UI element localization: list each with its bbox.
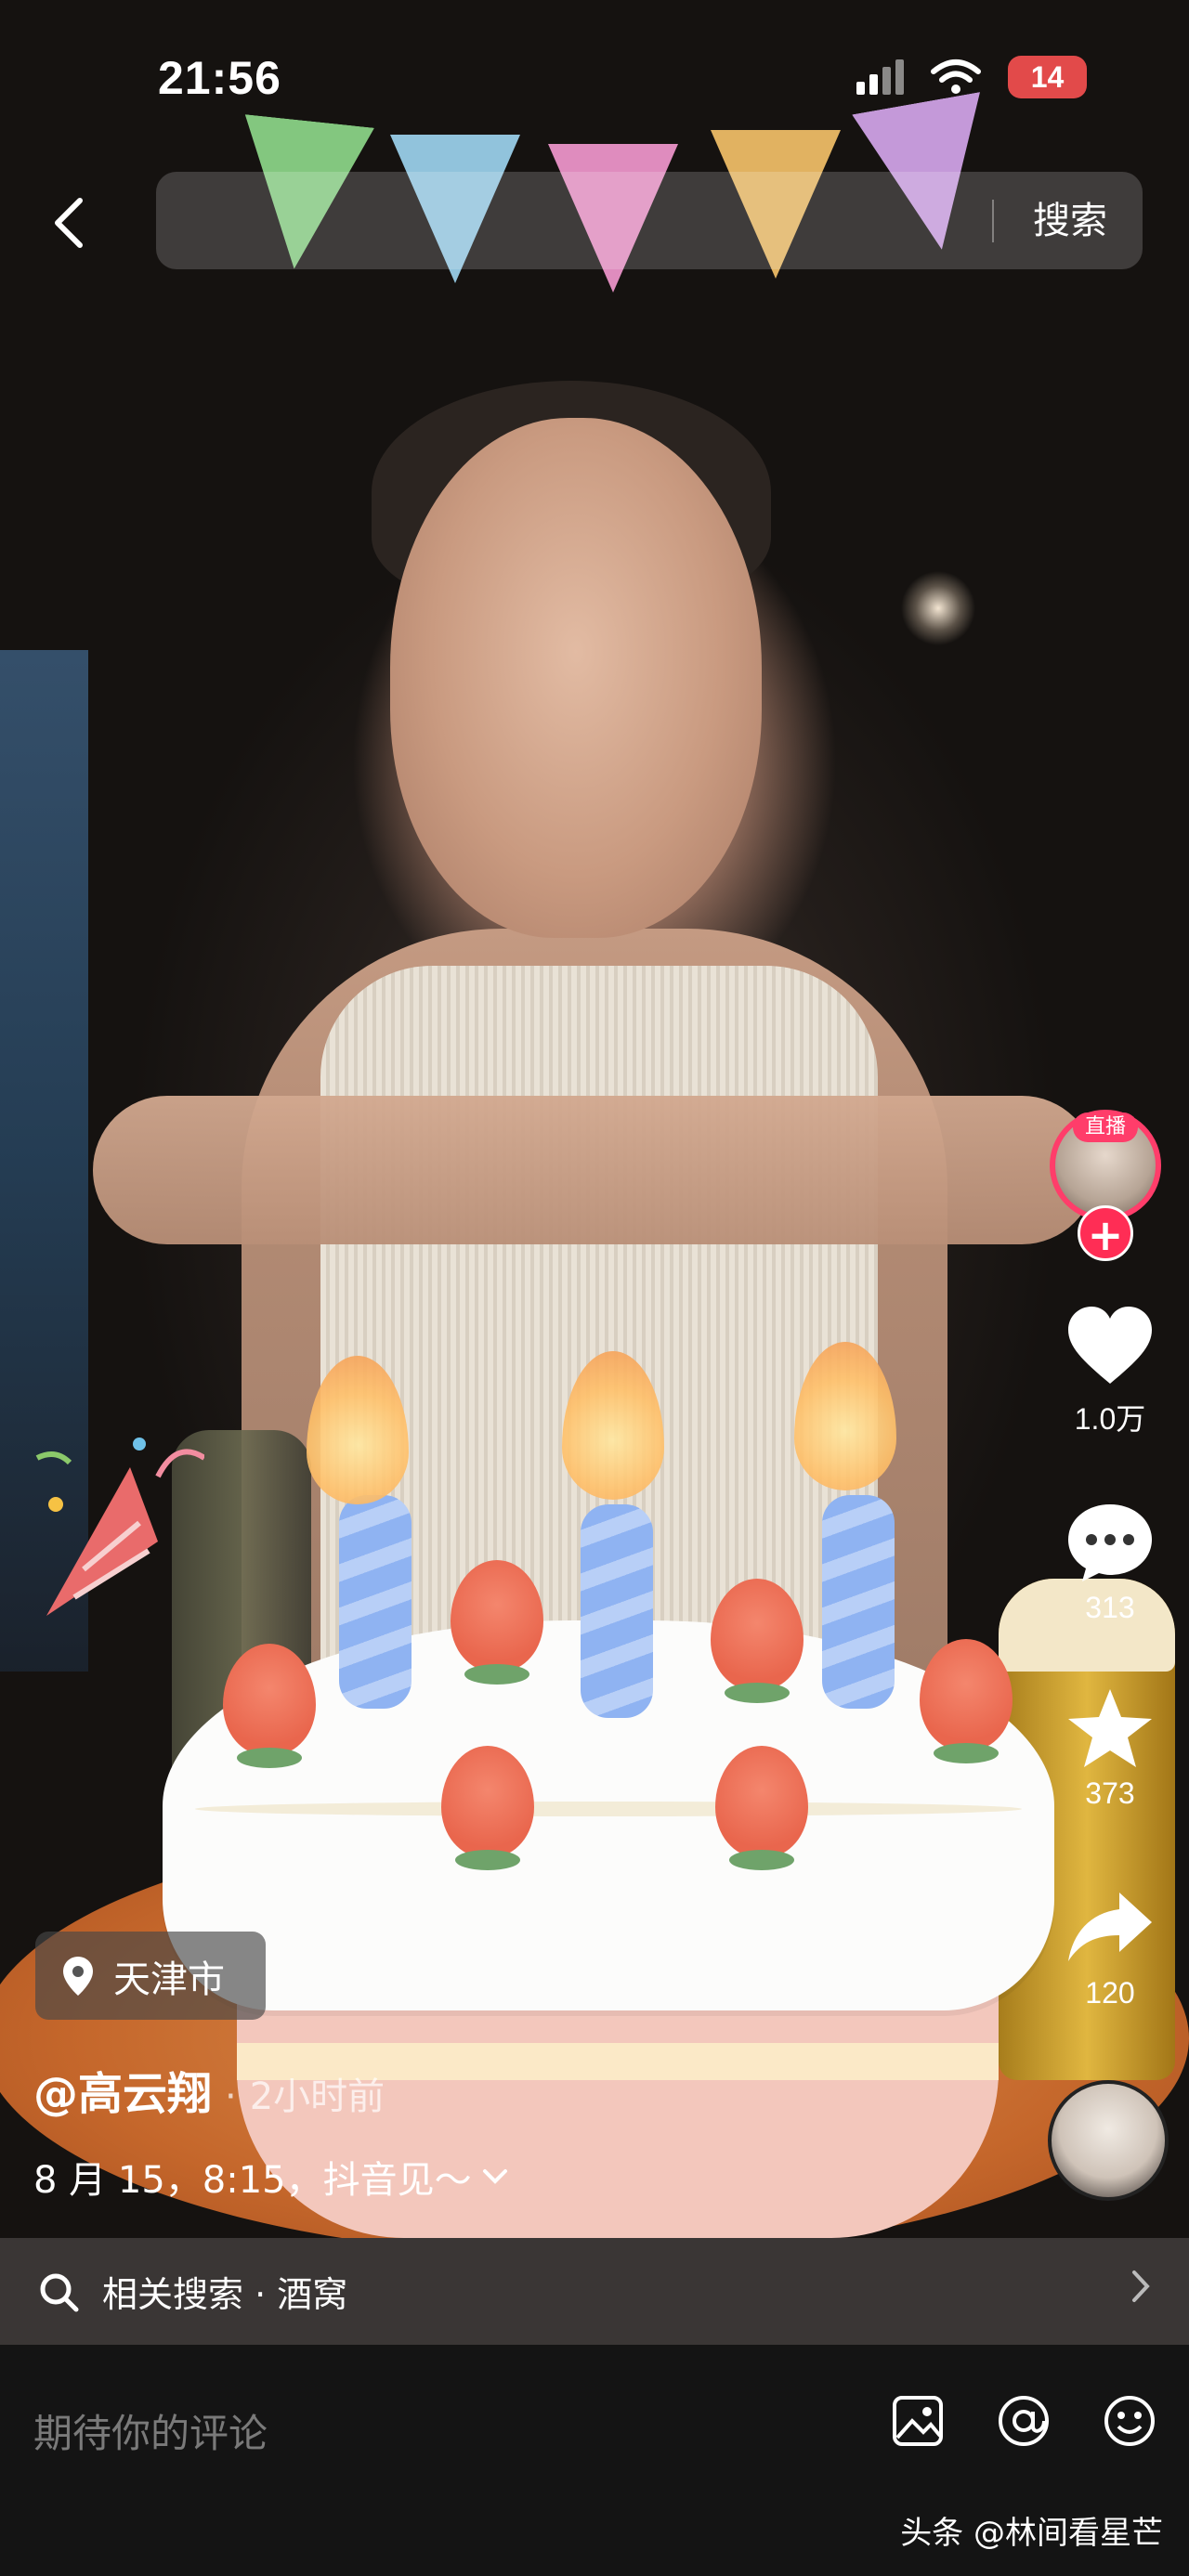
author-line: @高云翔 · 2小时前 bbox=[33, 2057, 385, 2122]
author-name[interactable]: @高云翔 bbox=[33, 2057, 212, 2122]
image-icon[interactable] bbox=[890, 2393, 946, 2449]
comment-tools bbox=[890, 2393, 1157, 2449]
watermark: 头条 @林间看星芒 bbox=[900, 2515, 1163, 2552]
cake-line bbox=[195, 1802, 1022, 1816]
strawberry bbox=[451, 1560, 543, 1685]
person-head bbox=[390, 418, 762, 938]
candle-left bbox=[339, 1495, 412, 1709]
location-pin-icon bbox=[63, 1956, 93, 1996]
comment-input[interactable]: 期待你的评论 bbox=[33, 2402, 268, 2459]
status-time: 21:56 bbox=[158, 52, 281, 104]
comment-count: 313 bbox=[1085, 1591, 1135, 1624]
search-icon bbox=[40, 2273, 79, 2311]
wifi-icon bbox=[931, 59, 981, 94]
cellular-signal-icon bbox=[856, 59, 904, 95]
search-divider bbox=[992, 200, 994, 242]
post-time: 2小时前 bbox=[249, 2075, 385, 2118]
search-input[interactable]: 搜索 bbox=[156, 172, 1143, 269]
follow-button[interactable]: + bbox=[1078, 1205, 1133, 1261]
mention-icon[interactable] bbox=[996, 2393, 1052, 2449]
back-button[interactable] bbox=[41, 181, 97, 265]
like-count: 1.0万 bbox=[1074, 1402, 1146, 1436]
related-search-label: 相关搜索 · 酒窝 bbox=[102, 2274, 348, 2315]
candle-middle bbox=[581, 1504, 653, 1718]
share-icon bbox=[1068, 1893, 1152, 1961]
person-arms bbox=[93, 1096, 1096, 1244]
chevron-down-icon bbox=[482, 2169, 507, 2184]
related-search-bar[interactable]: 相关搜索 · 酒窝 bbox=[0, 2238, 1189, 2345]
favorite-count: 373 bbox=[1085, 1776, 1135, 1810]
candle-right bbox=[822, 1495, 895, 1709]
strawberry bbox=[715, 1746, 808, 1870]
emoji-icon[interactable] bbox=[1102, 2393, 1157, 2449]
share-count: 120 bbox=[1085, 1976, 1135, 2010]
post-time-dot: · bbox=[225, 2075, 237, 2118]
caption-text: 8 月 15，8:15，抖音见～ bbox=[33, 2159, 472, 2202]
comment-button[interactable]: 313 bbox=[1050, 1500, 1170, 1625]
live-badge: 直播 bbox=[1073, 1112, 1138, 1142]
star-icon bbox=[1068, 1689, 1152, 1767]
heart-icon bbox=[1068, 1307, 1152, 1384]
video-frame[interactable] bbox=[0, 0, 1189, 2257]
caption[interactable]: 8 月 15，8:15，抖音见～ bbox=[33, 2150, 509, 2204]
location-text: 天津市 bbox=[113, 1958, 225, 2001]
battery-indicator: 14 bbox=[1008, 56, 1087, 98]
location-chip[interactable]: 天津市 bbox=[35, 1932, 266, 2020]
strawberry bbox=[441, 1746, 534, 1870]
music-disc[interactable] bbox=[1048, 2080, 1169, 2201]
strawberry bbox=[223, 1644, 316, 1768]
strawberry bbox=[920, 1639, 1013, 1763]
search-button[interactable]: 搜索 bbox=[1033, 190, 1107, 244]
like-button[interactable]: 1.0万 bbox=[1050, 1305, 1170, 1438]
chevron-right-icon bbox=[1132, 2270, 1150, 2302]
chevron-left-icon bbox=[55, 198, 83, 248]
party-hat-sticker bbox=[35, 1438, 204, 1616]
status-icons: 14 bbox=[856, 56, 1087, 98]
strawberry bbox=[711, 1579, 804, 1703]
favorite-button[interactable]: 373 bbox=[1050, 1685, 1170, 1811]
comment-icon bbox=[1068, 1504, 1152, 1581]
share-button[interactable]: 120 bbox=[1050, 1885, 1170, 2010]
